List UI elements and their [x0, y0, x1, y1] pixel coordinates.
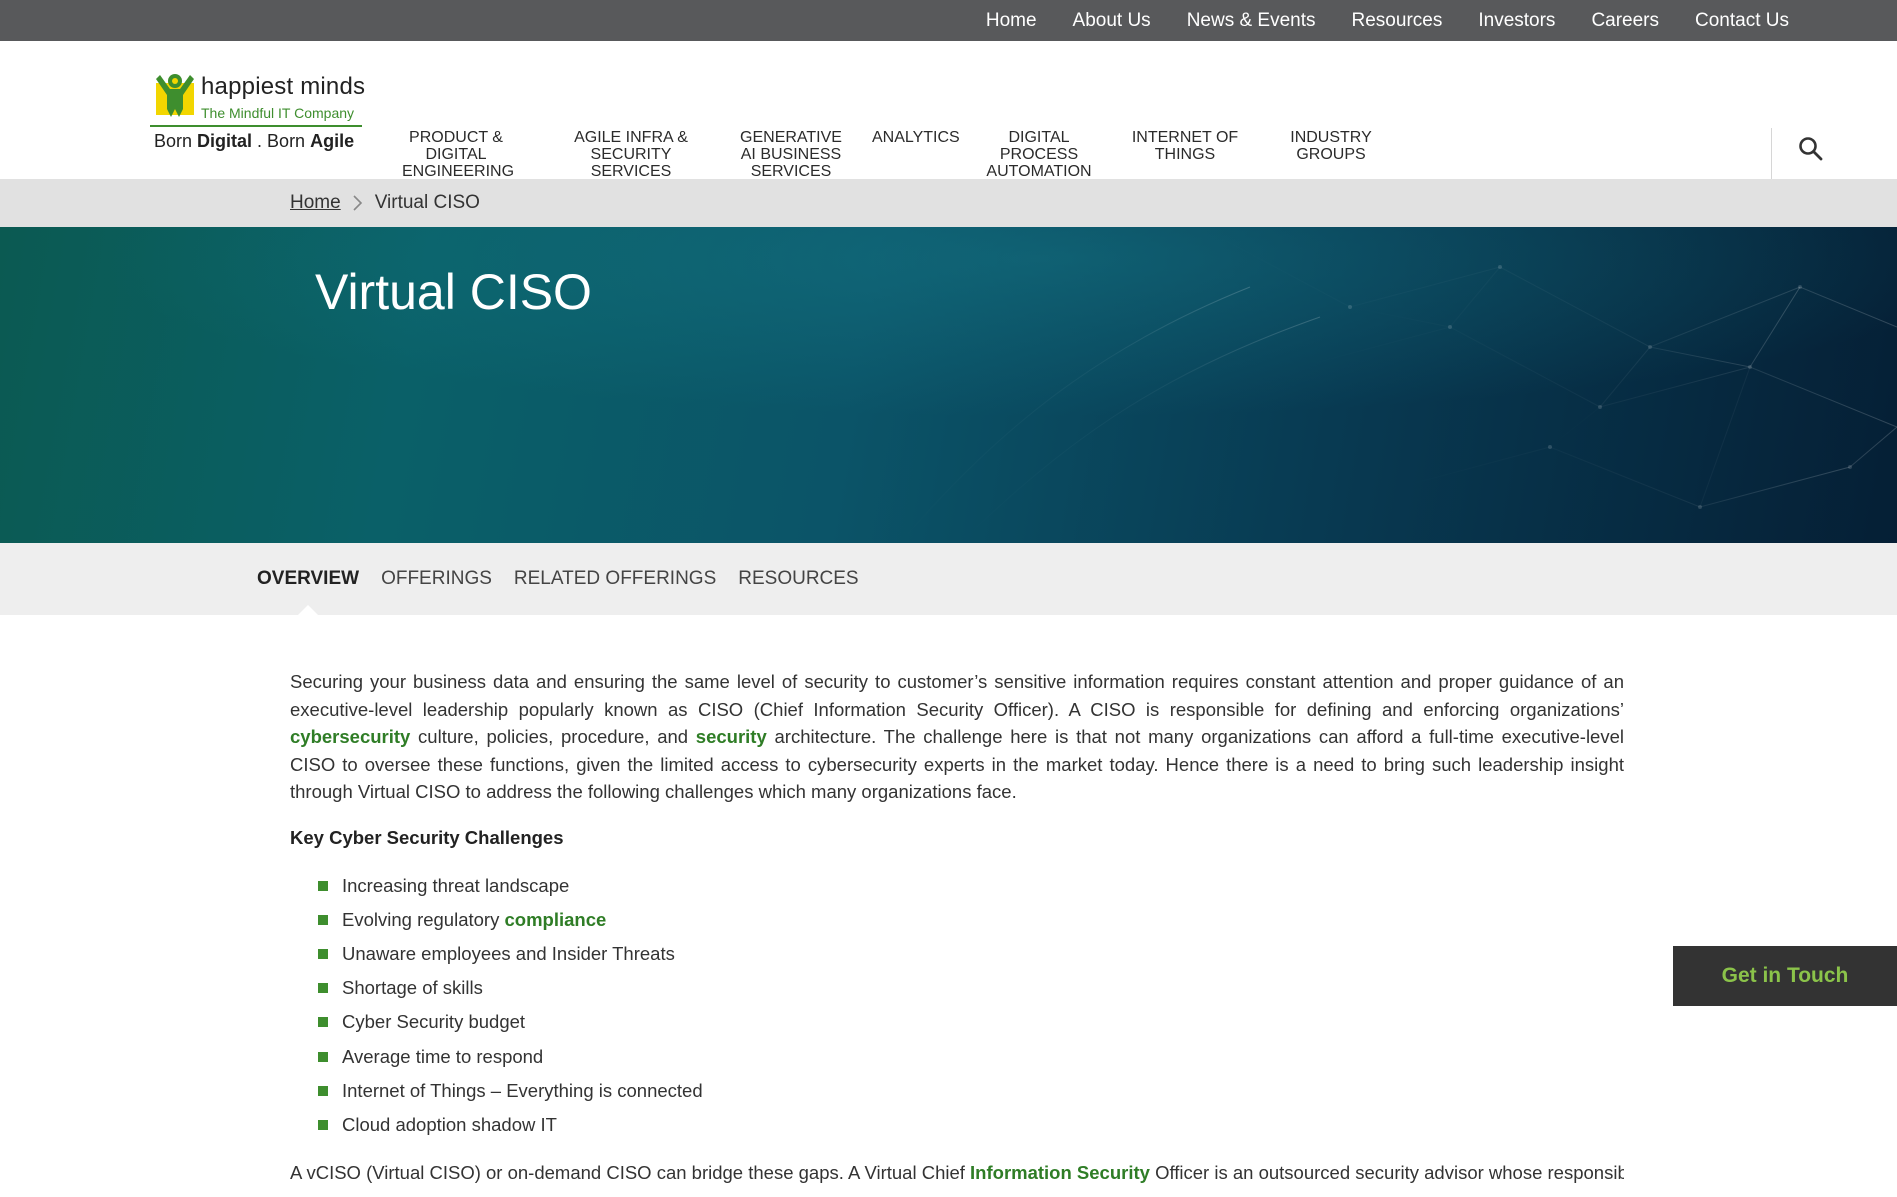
list-item: Evolving regulatory compliance: [318, 903, 1624, 937]
tab-resources[interactable]: RESOURCES: [738, 543, 858, 615]
nav-divider: [1771, 128, 1772, 182]
list-item-text: Evolving regulatory: [342, 908, 505, 930]
breadcrumb: Home Virtual CISO: [290, 179, 480, 227]
section-tabs-bar: OVERVIEW OFFERINGS RELATED OFFERINGS RES…: [0, 543, 1897, 615]
logo-slogan: Born Digital . Born Agile: [154, 131, 354, 152]
logo-name: happiest minds: [201, 73, 366, 100]
list-item: Cloud adoption shadow IT: [318, 1108, 1624, 1142]
utility-link-contact-us[interactable]: Contact Us: [1695, 10, 1789, 32]
nav-item-analytics[interactable]: ANALYTICS: [872, 129, 960, 146]
list-item: Cyber Security budget: [318, 1005, 1624, 1039]
site-header: happiest minds The Mindful IT Company Bo…: [0, 41, 1897, 197]
security-link[interactable]: security: [696, 726, 767, 747]
nav-item-internet-of-things[interactable]: INTERNET OF THINGS: [1105, 129, 1265, 163]
slogan-text-2: . Born: [252, 131, 311, 151]
breadcrumb-bar: Home Virtual CISO: [0, 179, 1897, 227]
page-title: Virtual CISO: [315, 264, 592, 320]
utility-nav: Home About Us News & Events Resources In…: [986, 0, 1789, 41]
nav-item-generative-ai[interactable]: GENERATIVE AI BUSINESS SERVICES: [732, 129, 850, 180]
nav-item-industry-groups[interactable]: INDUSTRY GROUPS: [1285, 129, 1377, 163]
intro-text-2: culture, policies, procedure, and: [410, 726, 696, 747]
tab-overview[interactable]: OVERVIEW: [257, 543, 359, 615]
utility-link-news-events[interactable]: News & Events: [1187, 10, 1316, 32]
list-item: Average time to respond: [318, 1040, 1624, 1074]
outro-text-2: Officer is an outsourced security adviso…: [1149, 1162, 1624, 1184]
logo-tagline: The Mindful IT Company: [201, 105, 355, 121]
key-challenges-heading: Key Cyber Security Challenges: [290, 826, 564, 848]
information-security-link[interactable]: Information Security: [970, 1162, 1150, 1183]
utility-link-home[interactable]: Home: [986, 10, 1037, 32]
hero-banner: Virtual CISO: [0, 227, 1897, 543]
slogan-bold-1: Digital: [197, 131, 253, 151]
breadcrumb-home-link[interactable]: Home: [290, 192, 341, 214]
list-item-text: Internet of Things – Everything is conne…: [342, 1079, 703, 1101]
company-logo[interactable]: happiest minds The Mindful IT Company Bo…: [146, 69, 366, 161]
list-item-text: Cyber Security budget: [342, 1011, 526, 1033]
get-in-touch-button[interactable]: Get in Touch: [1673, 946, 1897, 1006]
utility-link-resources[interactable]: Resources: [1352, 10, 1443, 32]
intro-paragraph: Securing your business data and ensuring…: [290, 668, 1624, 806]
list-item: Internet of Things – Everything is conne…: [318, 1074, 1624, 1108]
list-item: Increasing threat landscape: [318, 869, 1624, 903]
tab-related-offerings[interactable]: RELATED OFFERINGS: [514, 543, 716, 615]
slogan-text-1: Born: [154, 131, 198, 151]
chevron-right-icon: [353, 195, 362, 211]
list-item-text: Increasing threat landscape: [342, 874, 570, 896]
utility-bar: Home About Us News & Events Resources In…: [0, 0, 1897, 41]
list-item-text: Average time to respond: [342, 1045, 544, 1067]
nav-item-agile-infra-security[interactable]: AGILE INFRA & SECURITY SERVICES: [572, 129, 690, 180]
list-item-text: Shortage of skills: [342, 977, 483, 999]
section-tabs: OVERVIEW OFFERINGS RELATED OFFERINGS RES…: [257, 543, 859, 615]
search-icon[interactable]: [1797, 135, 1825, 163]
utility-link-investors[interactable]: Investors: [1478, 10, 1555, 32]
slogan-bold-2: Agile: [310, 131, 355, 151]
breadcrumb-current: Virtual CISO: [374, 192, 480, 213]
outro-paragraph: A vCISO (Virtual CISO) or on-demand CISO…: [290, 1159, 1624, 1187]
intro-text-1: Securing your business data and ensuring…: [290, 671, 1624, 720]
utility-link-about-us[interactable]: About Us: [1073, 10, 1151, 32]
overview-content: Securing your business data and ensuring…: [290, 668, 1624, 1187]
list-item-text: Cloud adoption shadow IT: [342, 1113, 557, 1135]
logo-divider: [150, 125, 362, 127]
network-pattern-graphic: [0, 227, 1897, 543]
utility-link-careers[interactable]: Careers: [1591, 10, 1659, 32]
challenges-list: Increasing threat landscape Evolving reg…: [290, 869, 1624, 1143]
list-item: Shortage of skills: [318, 971, 1624, 1005]
outro-text-1: A vCISO (Virtual CISO) or on-demand CISO…: [290, 1162, 971, 1184]
tab-offerings[interactable]: OFFERINGS: [381, 543, 492, 615]
list-item-text: Unaware employees and Insider Threats: [342, 942, 675, 964]
list-item: Unaware employees and Insider Threats: [318, 937, 1624, 971]
nav-item-digital-process-automation[interactable]: DIGITAL PROCESS AUTOMATION: [985, 129, 1093, 180]
compliance-link[interactable]: compliance: [504, 909, 606, 930]
logo-figure-icon: [156, 74, 194, 117]
cybersecurity-link[interactable]: cybersecurity: [290, 726, 410, 747]
